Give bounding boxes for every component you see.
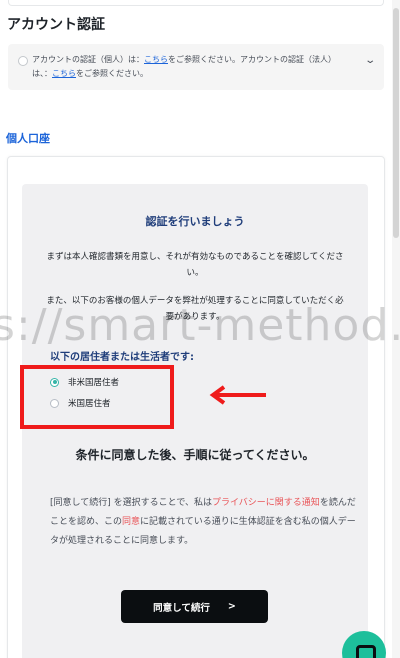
card-title: 認証を行いましょう: [145, 215, 245, 228]
info-radio-icon: [18, 56, 28, 66]
individual-guide-link[interactable]: こちら: [144, 55, 168, 64]
scrollbar-thumb[interactable]: [393, 8, 399, 238]
intro-paragraph: まずは本人確認書類を用意し、それが有効なものであることを確認してください。: [46, 252, 344, 278]
annotation-arrow-left-icon: [209, 385, 266, 405]
privacy-notice-link[interactable]: プライバシーに関する通知: [212, 498, 320, 508]
annotation-highlight-box: [20, 365, 174, 429]
chevron-right-icon: >: [227, 601, 236, 612]
info-text-part1: アカウントの認証（個人）は：: [32, 55, 144, 64]
personal-account-link[interactable]: 個人口座: [6, 130, 50, 146]
button-label: 同意して続行: [153, 602, 210, 614]
corporate-guide-link[interactable]: こちら: [52, 69, 76, 78]
instruction-heading: 条件に同意した後、手順に従ってください。: [75, 448, 315, 462]
consent-link[interactable]: 同意: [122, 517, 140, 527]
consent-part1: [同意して続行] を選択することで、私は: [50, 498, 212, 508]
info-text-part3: をご参照ください。: [76, 69, 148, 78]
section-title: アカウント認証: [7, 17, 105, 33]
watermark: s://smart-method.c: [0, 300, 400, 351]
previous-card-edge: [8, 0, 384, 6]
residency-label: 以下の居住者または生活者です:: [50, 352, 194, 363]
consent-text: [同意して続行] を選択することで、私はプライバシーに関する通知を読んだことを認…: [50, 494, 362, 551]
chevron-down-icon[interactable]: ⌄: [364, 54, 376, 68]
agree-continue-button[interactable]: 同意して続行 >: [121, 590, 268, 623]
account-info-accordion[interactable]: アカウントの認証（個人）は：こちらをご参照ください。アカウントの認証（法人）は、…: [8, 44, 384, 90]
